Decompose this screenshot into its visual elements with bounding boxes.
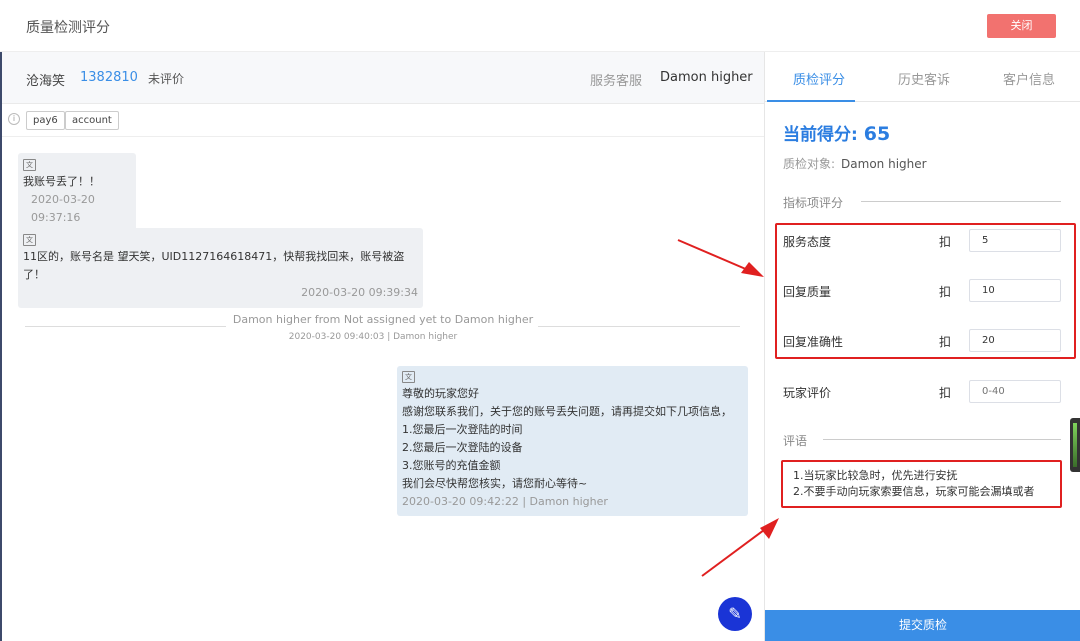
side-handle[interactable] bbox=[1070, 418, 1080, 472]
message-text: 11区的，账号名是 望天笑，UID1127164618471，快帮我找回来，账号… bbox=[23, 250, 405, 281]
divider bbox=[823, 439, 1061, 440]
active-tab-indicator bbox=[767, 100, 855, 102]
message-line: 尊敬的玩家您好 bbox=[402, 387, 479, 400]
translate-icon[interactable]: 文 bbox=[23, 234, 36, 246]
divider bbox=[25, 326, 226, 327]
submit-inspection-button[interactable]: 提交质检 bbox=[765, 610, 1080, 641]
agent-message: 文 尊敬的玩家您好 感谢您联系我们，关于您的账号丢失问题，请再提交如下几项信息，… bbox=[397, 366, 748, 516]
message-time: 2020-03-20 09:37:16 bbox=[31, 193, 95, 224]
message-line: 我们会尽快帮您核实，请您耐心等待~ bbox=[402, 477, 588, 490]
message-line: 2.您最后一次登陆的设备 bbox=[402, 441, 523, 454]
score-label: 当前得分: bbox=[783, 125, 864, 145]
tab-customer-info[interactable]: 客户信息 bbox=[1003, 69, 1055, 88]
message-time: 2020-03-20 09:39:34 bbox=[301, 286, 418, 299]
customer-message: 文 11区的，账号名是 望天笑，UID1127164618471，快帮我找回来，… bbox=[18, 228, 423, 308]
translate-icon[interactable]: 文 bbox=[402, 371, 415, 383]
player-rating-input[interactable] bbox=[969, 380, 1061, 403]
quality-panel: 质检评分 历史客诉 客户信息 当前得分: 65 质检对象: Damon highe… bbox=[764, 52, 1080, 641]
panel-tabs: 质检评分 历史客诉 客户信息 bbox=[765, 52, 1080, 102]
target-value: Damon higher bbox=[841, 157, 927, 171]
score-value: 65 bbox=[863, 123, 891, 145]
message-text: 我账号丢了！！ bbox=[23, 175, 100, 188]
translate-icon[interactable]: 文 bbox=[23, 159, 36, 171]
message-line: 3.您账号的充值金额 bbox=[402, 459, 501, 472]
comment-section-title: 评语 bbox=[783, 434, 808, 448]
deduct-label: 扣 bbox=[939, 386, 952, 400]
tab-quality-score[interactable]: 质检评分 bbox=[793, 69, 845, 88]
message-line: 感谢您联系我们，关于您的账号丢失问题，请再提交如下几项信息， bbox=[402, 405, 732, 418]
indicator-highlight-box bbox=[775, 223, 1076, 359]
clock-icon[interactable]: i bbox=[8, 113, 20, 125]
target-label: 质检对象: bbox=[783, 157, 836, 171]
edit-pencil-icon[interactable]: ✎ bbox=[718, 597, 752, 631]
chat-header: 沧海笑 1382810 未评价 服务客服 Damon higher bbox=[2, 52, 764, 104]
message-time: 2020-03-20 09:42:22 | Damon higher bbox=[402, 495, 608, 508]
top-bar: 质量检测评分 关闭 bbox=[0, 0, 1080, 52]
tag-pay6[interactable]: pay6 bbox=[26, 111, 65, 130]
customer-message: 文 我账号丢了！！ 2020-03-20 09:37:16 bbox=[18, 153, 136, 233]
tag-bar: i pay6 account bbox=[2, 104, 764, 137]
inspection-target: 质检对象: Damon higher bbox=[783, 155, 927, 172]
close-button[interactable]: 关闭 bbox=[987, 14, 1056, 38]
rating-status: 未评价 bbox=[148, 72, 185, 86]
comment-highlight-box bbox=[781, 460, 1062, 508]
page-title: 质量检测评分 bbox=[26, 20, 110, 36]
customer-uid-link[interactable]: 1382810 bbox=[80, 70, 138, 85]
divider bbox=[861, 201, 1061, 202]
player-rating-label: 玩家评价 bbox=[783, 386, 832, 400]
indicator-section-title: 指标项评分 bbox=[783, 196, 844, 210]
chat-area[interactable]: 文 我账号丢了！！ 2020-03-20 09:37:16 文 11区的，账号名… bbox=[2, 137, 764, 641]
customer-name: 沧海笑 bbox=[26, 74, 66, 89]
current-score: 当前得分: 65 bbox=[783, 120, 890, 145]
system-event-text: Damon higher from Not assigned yet to Da… bbox=[232, 313, 534, 326]
tag-account[interactable]: account bbox=[65, 111, 119, 130]
tab-history-complaints[interactable]: 历史客诉 bbox=[898, 69, 950, 88]
service-agent-name: Damon higher bbox=[660, 70, 753, 85]
system-event-meta: 2020-03-20 09:40:03 | Damon higher bbox=[288, 332, 458, 342]
divider bbox=[538, 326, 740, 327]
service-agent-label: 服务客服 bbox=[590, 74, 643, 89]
message-line: 1.您最后一次登陆的时间 bbox=[402, 423, 523, 436]
